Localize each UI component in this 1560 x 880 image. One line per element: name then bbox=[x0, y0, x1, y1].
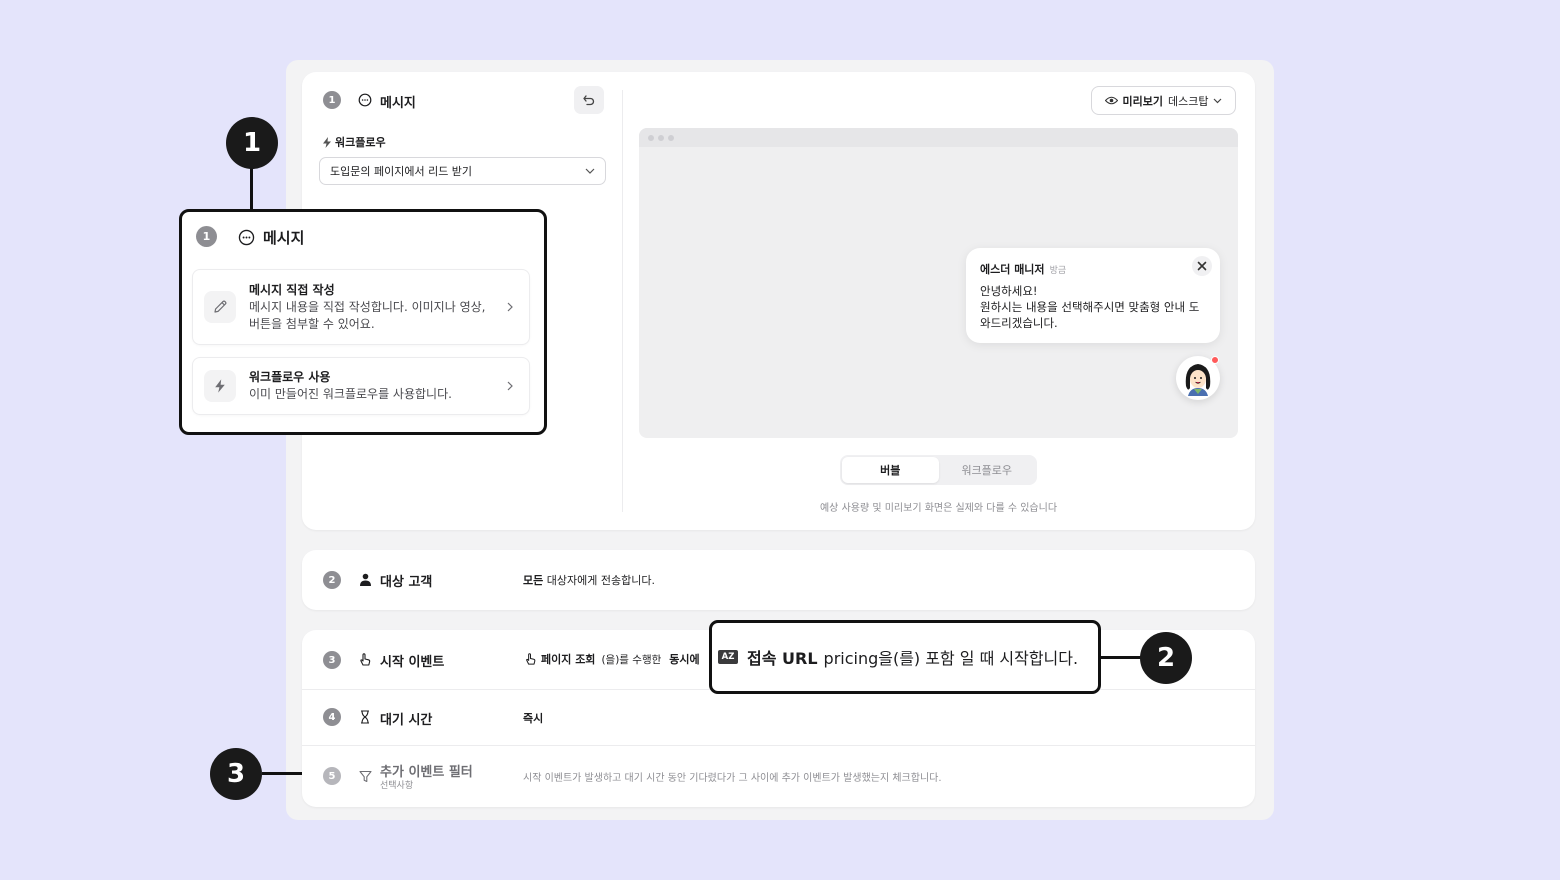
window-dot bbox=[648, 134, 654, 141]
tab-workflow[interactable]: 워크플로우 bbox=[939, 457, 1036, 483]
window-dot bbox=[658, 134, 664, 141]
close-button[interactable] bbox=[1192, 256, 1212, 276]
step-number: 3 bbox=[323, 651, 341, 669]
wait-time-value[interactable]: 즉시 bbox=[523, 710, 543, 726]
callout-title: 메시지 bbox=[263, 229, 305, 247]
section-subtitle: 선택사항 bbox=[380, 781, 414, 791]
workflow-select-value: 도입문의 페이지에서 리드 받기 bbox=[330, 165, 473, 178]
step-number: 4 bbox=[323, 708, 341, 726]
chevron-down-icon bbox=[1214, 98, 1222, 103]
trigger-event-suffix: (을)를 수행한 bbox=[601, 653, 662, 666]
callout-connector bbox=[1101, 656, 1141, 659]
step-number: 1 bbox=[196, 226, 217, 247]
chat-line: 안녕하세요! bbox=[980, 284, 1038, 298]
option-write-message[interactable]: 메시지 직접 작성 메시지 내용을 직접 작성합니다. 이미지나 영상, 버튼을… bbox=[192, 269, 530, 345]
callout-badge-1: 1 bbox=[226, 117, 278, 169]
row-divider bbox=[302, 745, 1255, 746]
option-title: 워크플로우 사용 bbox=[249, 370, 331, 384]
notification-dot bbox=[1211, 356, 1219, 364]
preview-type-toggle: 버블 워크플로우 bbox=[840, 455, 1037, 485]
section-title: 대기 시간 bbox=[380, 713, 433, 728]
trigger-event-name: 페이지 조회 bbox=[541, 653, 596, 666]
undo-button[interactable] bbox=[574, 86, 604, 114]
chat-message: 안녕하세요! 원하시는 내용을 선택해주시면 맞춤형 안내 도와드리겠습니다. bbox=[980, 283, 1206, 331]
chat-sender-name: 에스더 매니저 bbox=[980, 263, 1045, 276]
option-title: 메시지 직접 작성 bbox=[249, 283, 335, 297]
section-title: 대상 고객 bbox=[380, 575, 433, 590]
column-divider bbox=[622, 90, 623, 512]
window-dot bbox=[668, 134, 674, 141]
step-number: 5 bbox=[323, 767, 341, 785]
chat-bubble-icon bbox=[357, 92, 373, 108]
callout-badge-2: 2 bbox=[1140, 632, 1192, 684]
chat-timestamp: 방금 bbox=[1049, 266, 1067, 276]
preview-mode: 데스크탑 bbox=[1168, 94, 1209, 108]
undo-icon bbox=[583, 95, 595, 106]
target-section-card[interactable] bbox=[302, 550, 1255, 610]
workflow-select[interactable]: 도입문의 페이지에서 리드 받기 bbox=[319, 157, 606, 185]
chat-bubble-popup[interactable]: 에스더 매니저 방금 안녕하세요! 원하시는 내용을 선택해주시면 맞춤형 안내… bbox=[966, 248, 1220, 343]
option-use-workflow[interactable]: 워크플로우 사용 이미 만들어진 워크플로우를 사용합니다. bbox=[192, 357, 530, 415]
pencil-icon bbox=[204, 291, 236, 323]
preview-device-dropdown[interactable]: 미리보기 데스크탑 bbox=[1091, 86, 1236, 115]
url-condition-callout: AZ 접속 URL pricing을(를) 포함 일 때 시작합니다. bbox=[709, 620, 1101, 694]
section-title: 메시지 bbox=[380, 96, 416, 111]
target-all: 모든 bbox=[523, 574, 544, 587]
filter-icon bbox=[357, 768, 373, 784]
workflow-label: 워크플로우 bbox=[322, 134, 386, 150]
preview-label: 미리보기 bbox=[1122, 94, 1163, 108]
step-number: 1 bbox=[323, 91, 341, 109]
eye-icon bbox=[1104, 96, 1118, 105]
chevron-right-icon bbox=[505, 302, 515, 312]
chevron-right-icon bbox=[505, 381, 515, 391]
trigger-event-description[interactable]: 페이지 조회 (을)를 수행한 동시에 bbox=[524, 651, 700, 667]
callout-badge-3: 3 bbox=[210, 748, 262, 800]
target-description: 모든 대상자에게 전송합니다. bbox=[523, 572, 655, 588]
chevron-down-icon bbox=[585, 168, 595, 174]
person-icon bbox=[357, 571, 373, 587]
chat-line: 원하시는 내용을 선택해주시면 맞춤형 안내 도와드리겠습니다. bbox=[980, 300, 1200, 330]
chat-bubble-icon bbox=[237, 228, 255, 246]
condition-key: 접속 URL bbox=[747, 649, 818, 668]
close-icon bbox=[1197, 261, 1207, 271]
pointer-click-icon bbox=[526, 653, 536, 665]
text-condition-icon: AZ bbox=[718, 650, 738, 664]
callout-connector bbox=[250, 168, 253, 210]
browser-toolbar bbox=[639, 128, 1238, 147]
callout-connector bbox=[262, 772, 302, 775]
trigger-and: 동시에 bbox=[669, 653, 700, 666]
option-description: 이미 만들어진 워크플로우를 사용합니다. bbox=[249, 387, 452, 401]
lightning-icon bbox=[204, 370, 236, 402]
filter-description: 시작 이벤트가 발생하고 대기 시간 동안 기다렸다가 그 사이에 추가 이벤트… bbox=[523, 773, 942, 784]
tab-bubble[interactable]: 버블 bbox=[842, 457, 939, 483]
condition-text: pricing을(를) 포함 일 때 시작합니다. bbox=[823, 649, 1079, 668]
step-number: 2 bbox=[323, 571, 341, 589]
manager-avatar[interactable] bbox=[1176, 356, 1220, 400]
pointer-click-icon bbox=[357, 651, 373, 667]
section-title: 시작 이벤트 bbox=[380, 655, 445, 670]
workflow-label-text: 워크플로우 bbox=[335, 136, 386, 149]
preview-disclaimer: 예상 사용량 및 미리보기 화면은 실제와 다를 수 있습니다 bbox=[819, 503, 1058, 514]
target-text: 대상자에게 전송합니다. bbox=[546, 574, 655, 587]
hourglass-icon bbox=[357, 709, 373, 725]
lightning-icon bbox=[323, 136, 331, 148]
option-description: 메시지 내용을 직접 작성합니다. 이미지나 영상, 버튼을 첨부할 수 있어요… bbox=[249, 300, 486, 331]
